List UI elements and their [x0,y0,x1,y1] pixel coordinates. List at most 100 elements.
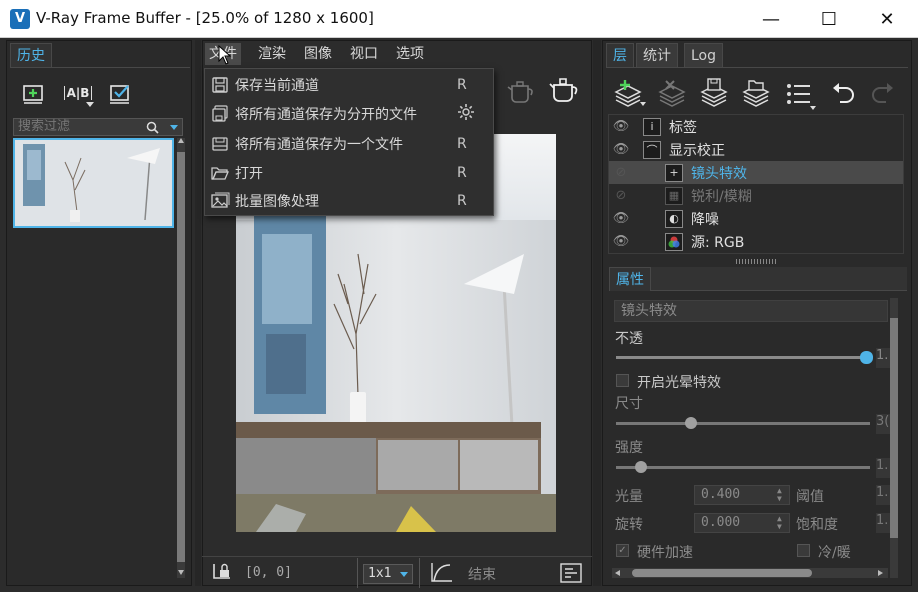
layer-row-label[interactable]: 👁 i 标签 [609,115,903,138]
size-value[interactable]: 3( [876,414,890,434]
menu-item-label: 将所有通道保存为分开的文件 [235,107,417,123]
search-dropdown-arrow-icon[interactable] [170,125,178,130]
scroll-thumb[interactable] [890,318,898,538]
glare-field[interactable]: 0.400 ▲ ▼ [694,485,790,505]
glare-value: 0.400 [701,487,741,502]
opacity-slider-knob[interactable] [860,351,873,364]
curve-icon: ⌒ [643,140,661,159]
intensity-slider[interactable] [616,466,870,469]
intensity-slider-knob[interactable] [635,461,647,473]
menu-item-save-current-channel[interactable]: 保存当前通道 R [205,71,493,99]
layer-name: 显示校正 [669,142,725,159]
layer-row-denoise[interactable]: 👁 ◐ 降噪 [609,207,903,230]
undo-icon[interactable] [830,82,856,106]
menu-item-shortcut: R [457,165,467,181]
pixel-lock-icon[interactable] [210,562,234,584]
scroll-right-icon[interactable] [878,570,883,576]
add-to-history-button[interactable] [18,78,50,108]
gpu-checkbox[interactable]: ✓ [616,544,629,557]
layer-name: 降噪 [691,211,719,228]
folder-open-icon [211,167,229,180]
eye-icon[interactable]: 👁 [609,142,633,157]
layer-row-sharpen-blur[interactable]: ⊘ ▦ 锐利/模糊 [609,184,903,207]
history-search-field[interactable]: 搜索过滤 [13,118,183,136]
menu-item-shortcut: R [457,136,467,152]
eye-hidden-icon[interactable]: ⊘ [609,188,633,203]
layer-row-lens-effect[interactable]: ⊘ + 镜头特效 [609,161,903,184]
saturation-label: 饱和度 [796,517,838,533]
rotation-field[interactable]: 0.000 ▲ ▼ [694,513,790,533]
resize-grip[interactable] [736,259,776,264]
scroll-thumb[interactable] [177,152,185,562]
pixel-coordinates: [0, 0] [245,565,292,580]
size-slider-knob[interactable] [685,417,697,429]
tab-history[interactable]: 历史 [10,43,52,67]
threshold-value[interactable]: 1. [876,485,890,505]
render-status: 结束 [468,567,496,583]
intensity-label: 强度 [615,440,643,456]
load-history-button[interactable] [104,78,136,108]
eye-icon[interactable]: 👁 [609,234,633,249]
menu-item-open[interactable]: 打开 R [205,159,493,187]
menu-image[interactable]: 图像 [300,43,336,65]
spinner-icon[interactable]: ▲ ▼ [777,487,782,503]
menu-item-save-all-separate[interactable]: 将所有通道保存为分开的文件 [205,100,493,128]
save-layers-icon[interactable] [698,78,730,108]
rotation-value: 0.000 [701,515,741,530]
bloom-checkbox[interactable] [616,374,629,387]
maximize-button[interactable]: ☐ [800,0,858,38]
minimize-button[interactable]: — [742,0,800,38]
spinner-icon[interactable]: ▲ ▼ [777,515,782,531]
close-button[interactable]: ✕ [858,0,916,38]
menu-options[interactable]: 选项 [392,43,428,65]
properties-scrollbar[interactable] [890,298,898,578]
menu-item-save-all-single[interactable]: 将所有通道保存为一个文件 R [205,130,493,158]
scroll-down-icon[interactable] [178,570,184,575]
tab-layers[interactable]: 层 [606,43,634,67]
eye-hidden-icon[interactable]: ⊘ [609,165,633,180]
scroll-left-icon[interactable] [615,570,620,576]
scroll-up-icon[interactable] [178,138,184,143]
tab-properties[interactable]: 属性 [609,267,651,291]
ab-compare-button[interactable]: A|B [62,78,94,108]
menu-item-shortcut: R [457,193,467,209]
redo-icon[interactable] [870,82,896,106]
statistics-panel-icon[interactable] [560,563,582,583]
intensity-value[interactable]: 1. [876,458,890,478]
divider [357,558,358,588]
load-layers-icon[interactable] [740,78,772,108]
properties-h-scrollbar[interactable] [612,568,888,578]
color-correction-curve-icon[interactable] [428,561,454,585]
opacity-slider[interactable] [616,356,866,359]
gear-icon[interactable] [457,103,475,121]
tab-log[interactable]: Log [684,43,724,67]
splitter[interactable] [195,40,201,586]
layer-list-menu-icon[interactable] [784,80,818,110]
size-slider[interactable] [616,422,870,425]
layer-name: 镜头特效 [691,165,747,182]
layer-row-source-rgb[interactable]: 👁 源: RGB [609,230,903,253]
coldwarm-checkbox[interactable] [797,544,810,557]
history-scrollbar[interactable] [177,138,185,578]
add-layer-icon[interactable] [612,78,646,108]
tab-statistics[interactable]: 统计 [636,43,678,67]
search-icon [146,121,159,134]
layer-row-display-correction[interactable]: 👁 ⌒ 显示校正 [609,138,903,161]
history-thumbnail[interactable] [13,138,174,228]
eye-icon[interactable]: 👁 [609,211,633,226]
opacity-value[interactable]: 1. [876,348,890,368]
denoise-icon: ◐ [665,209,683,228]
menu-render[interactable]: 渲染 [254,43,290,65]
splitter[interactable] [593,40,601,586]
menu-viewport[interactable]: 视口 [346,43,382,65]
render-region-teapot-icon[interactable] [506,76,536,104]
menu-item-batch-image[interactable]: 批量图像处理 R [205,187,493,215]
zoom-ratio-select[interactable]: 1x1 [363,564,413,584]
chevron-down-icon [400,572,408,577]
scroll-thumb[interactable] [632,569,812,577]
eye-icon[interactable]: 👁 [609,119,633,134]
delete-layer-icon[interactable] [656,78,688,108]
divider [10,67,190,68]
saturation-value[interactable]: 1. [876,513,890,533]
render-teapot-icon[interactable] [548,74,582,104]
